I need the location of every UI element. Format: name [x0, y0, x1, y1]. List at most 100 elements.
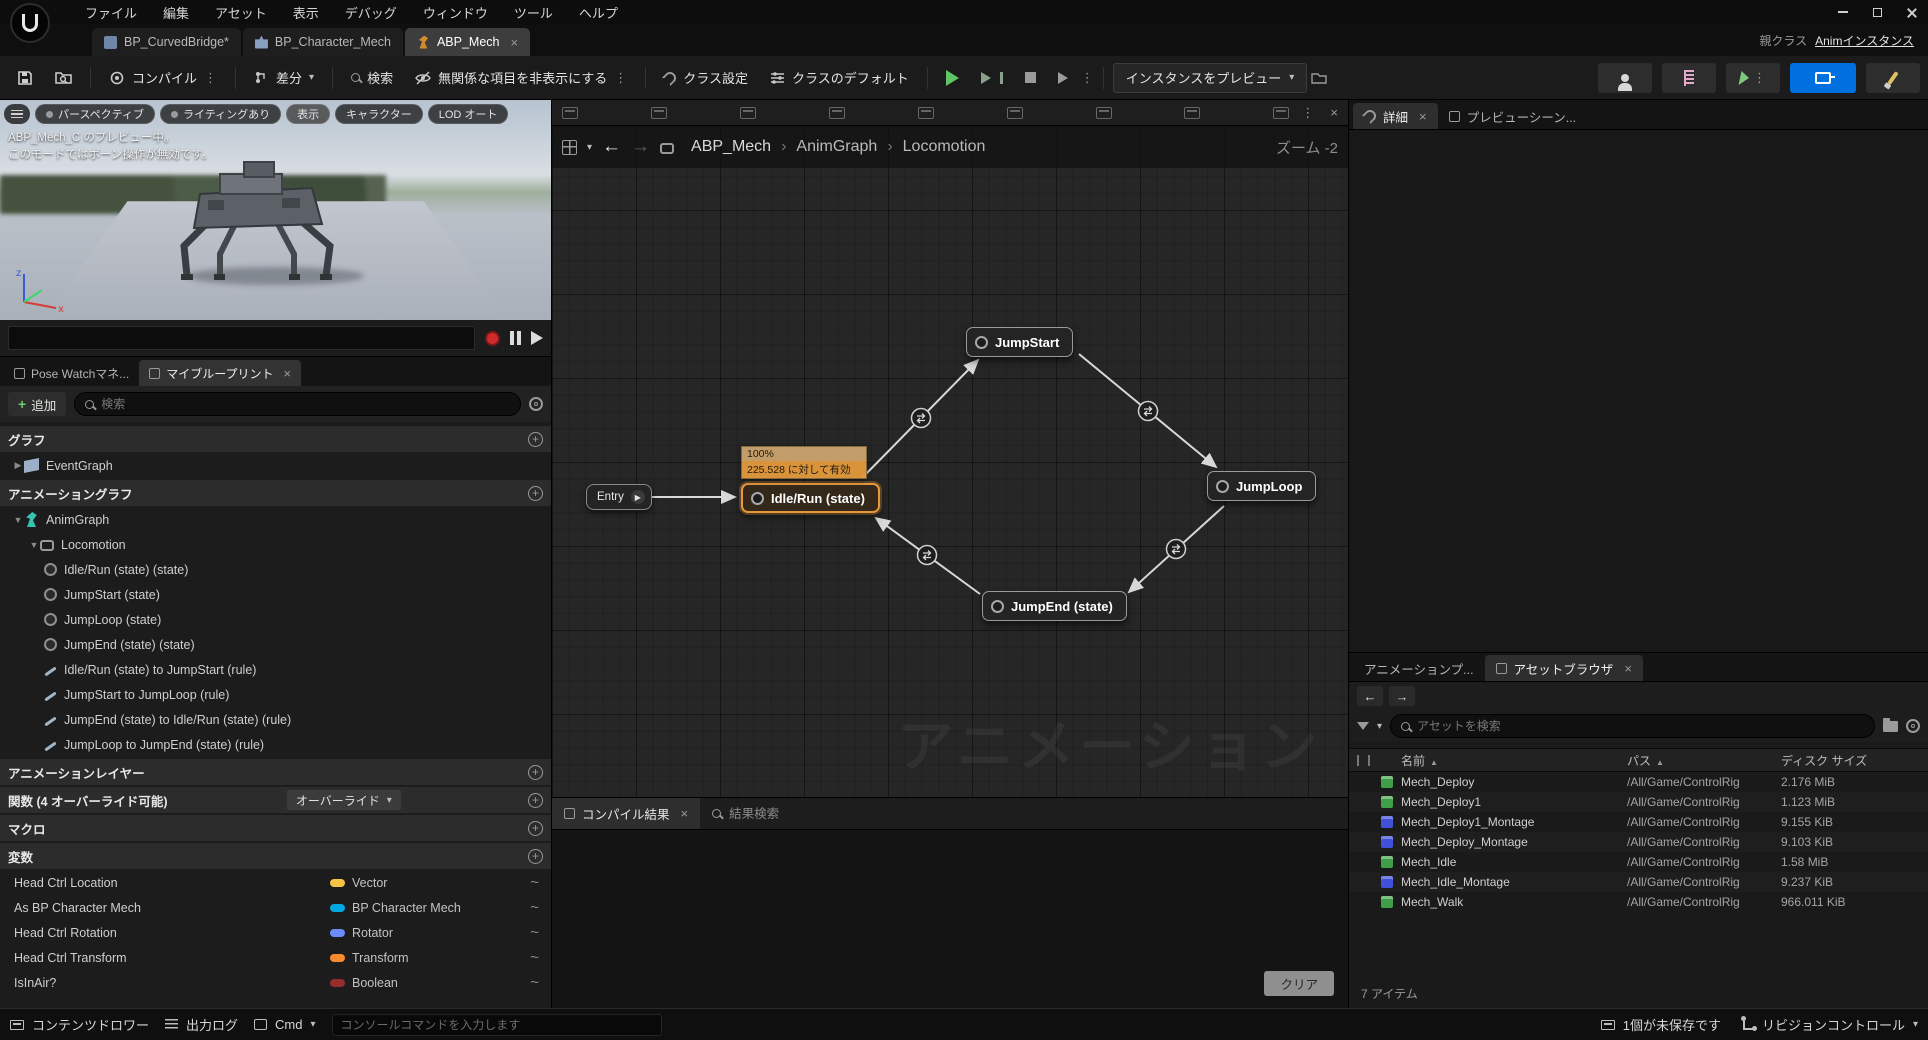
character-pill[interactable]: キャラクター — [335, 104, 423, 124]
graph-tool-icon[interactable] — [917, 106, 934, 119]
tab-close-icon[interactable] — [510, 35, 518, 50]
lit-pill[interactable]: ライティングあり — [160, 104, 282, 124]
transition-rule-node[interactable] — [910, 407, 932, 429]
variable-row-head-ctrl-rotation[interactable]: Head Ctrl Rotation Rotator — [0, 920, 551, 945]
tab-my-blueprint[interactable]: マイブループリント — [139, 360, 302, 386]
tree-item-animgraph[interactable]: AnimGraph — [0, 507, 551, 532]
visibility-toggle-icon[interactable] — [530, 874, 539, 891]
frame-skip-button[interactable] — [972, 63, 1012, 93]
tree-item-rule-jumploop-jumpend[interactable]: JumpLoop to JumpEnd (state) (rule) — [0, 732, 551, 757]
menu-debug[interactable]: デバッグ — [332, 0, 410, 24]
revision-control-button[interactable]: リビジョンコントロール — [1740, 1015, 1918, 1034]
transition-rule-node[interactable] — [1165, 538, 1187, 560]
tree-item-state-jumploop[interactable]: JumpLoop (state) — [0, 607, 551, 632]
close-button[interactable] — [1894, 0, 1928, 24]
cmd-dropdown[interactable]: Cmd — [254, 1017, 315, 1032]
asset-row-mech-deploy[interactable]: Mech_Deploy /All/Game/ControlRig 2.176 M… — [1349, 772, 1928, 792]
record-button[interactable] — [485, 330, 500, 346]
tab-asset-browser[interactable]: アセットブラウザ — [1484, 655, 1643, 681]
expand-caret-icon[interactable] — [12, 460, 24, 471]
compile-options-icon[interactable] — [204, 70, 217, 86]
graph-tool-icon[interactable] — [650, 106, 667, 119]
tree-item-state-jumpstart[interactable]: JumpStart (state) — [0, 582, 551, 607]
column-size[interactable]: ディスク サイズ — [1781, 752, 1920, 769]
minimize-button[interactable] — [1826, 0, 1860, 24]
state-node-idle-run[interactable]: Idle/Run (state) — [741, 483, 880, 513]
asset-row-mech-deploy1[interactable]: Mech_Deploy1 /All/Game/ControlRig 1.123 … — [1349, 792, 1928, 812]
asset-row-mech-idle-montage[interactable]: Mech_Idle_Montage /All/Game/ControlRig 9… — [1349, 872, 1928, 892]
variable-row-head-ctrl-transform[interactable]: Head Ctrl Transform Transform — [0, 945, 551, 970]
tab-preview-scene[interactable]: プレビューシーン... — [1438, 103, 1588, 129]
section-macros[interactable]: マクロ — [0, 815, 551, 841]
chevron-down-icon[interactable] — [587, 142, 592, 153]
visibility-toggle-icon[interactable] — [530, 974, 539, 991]
tab-compile-results[interactable]: コンパイル結果 — [552, 798, 701, 829]
state-node-jumploop[interactable]: JumpLoop — [1207, 471, 1317, 501]
menu-tools[interactable]: ツール — [501, 0, 566, 24]
hide-unrelated-button[interactable]: 無関係な項目を非表示にする — [406, 63, 636, 93]
columns-icon[interactable] — [1357, 754, 1370, 766]
breadcrumb-abp-mech[interactable]: ABP_Mech — [691, 138, 771, 156]
persona-mode-skeleton-button[interactable] — [1662, 62, 1716, 93]
unsaved-assets-button[interactable]: 1個が未保存です — [1600, 1015, 1721, 1034]
diff-button[interactable]: 差分 — [245, 63, 323, 93]
tree-item-locomotion[interactable]: Locomotion — [0, 532, 551, 557]
find-button[interactable]: 検索 — [342, 63, 402, 93]
nav-forward-icon[interactable] — [631, 136, 650, 158]
graph-tool-icon[interactable] — [739, 106, 756, 119]
entry-node[interactable]: Entry — [586, 484, 652, 510]
unreal-logo[interactable] — [10, 3, 50, 43]
tab-abp-mech[interactable]: ABP_Mech — [404, 28, 531, 56]
play-button[interactable] — [937, 63, 968, 93]
compile-button[interactable]: コンパイル — [100, 63, 226, 93]
tab-close-icon[interactable] — [1419, 109, 1427, 124]
console-command-field[interactable] — [331, 1013, 662, 1036]
settings-gear-icon[interactable] — [1904, 717, 1922, 735]
breadcrumb-animgraph[interactable]: AnimGraph — [796, 138, 877, 156]
tree-item-rule-jumpend-idlerun[interactable]: JumpEnd (state) to Idle/Run (state) (rul… — [0, 707, 551, 732]
persona-mode-graph-button[interactable] — [1790, 62, 1856, 93]
override-dropdown[interactable]: オーバーライド — [286, 790, 401, 810]
hide-unrelated-options-icon[interactable] — [614, 70, 627, 86]
tree-item-state-jumpend[interactable]: JumpEnd (state) (state) — [0, 632, 551, 657]
viewport-menu-icon[interactable] — [4, 104, 30, 124]
debug-object-icon[interactable] — [1311, 71, 1327, 85]
paint-mode-button[interactable] — [1866, 62, 1920, 93]
stop-button[interactable] — [1016, 63, 1045, 93]
asset-search[interactable] — [1390, 714, 1875, 738]
menu-asset[interactable]: アセット — [202, 0, 280, 24]
column-name[interactable]: 名前 — [1401, 752, 1627, 769]
parent-class-link[interactable]: Animインスタンス — [1815, 32, 1914, 49]
filter-icon[interactable] — [1357, 722, 1369, 730]
tab-bp-curvedbridge[interactable]: BP_CurvedBridge* — [92, 28, 241, 56]
add-function-button[interactable] — [528, 792, 543, 808]
add-animation-layer-button[interactable] — [528, 764, 543, 780]
graph-canvas[interactable]: ABP_Mech AnimGraph Locomotion ズーム -2 — [552, 126, 1348, 797]
browse-to-asset-button[interactable] — [46, 63, 81, 93]
add-macro-button[interactable] — [528, 820, 543, 836]
graph-settings-icon[interactable] — [562, 139, 577, 155]
graph-tool-icon[interactable] — [1006, 106, 1023, 119]
add-animation-graph-button[interactable] — [528, 485, 543, 501]
maximize-button[interactable] — [1860, 0, 1894, 24]
tab-close-icon[interactable] — [681, 806, 689, 821]
visibility-toggle-icon[interactable] — [530, 899, 539, 916]
section-graphs[interactable]: グラフ — [0, 426, 551, 452]
state-node-jumpstart[interactable]: JumpStart — [966, 327, 1074, 357]
asset-row-mech-deploy1-montage[interactable]: Mech_Deploy1_Montage /All/Game/ControlRi… — [1349, 812, 1928, 832]
tab-close-icon[interactable] — [284, 366, 292, 381]
asset-row-mech-idle[interactable]: Mech_Idle /All/Game/ControlRig 1.58 MiB — [1349, 852, 1928, 872]
save-button[interactable] — [8, 63, 42, 93]
collapse-caret-icon[interactable] — [28, 540, 40, 550]
graph-tool-icon[interactable] — [562, 106, 578, 119]
output-log-button[interactable]: 出力ログ — [165, 1015, 238, 1034]
history-forward-button[interactable] — [1389, 686, 1415, 706]
section-animation-graphs[interactable]: アニメーショングラフ — [0, 480, 551, 506]
persona-mode-mesh-button[interactable] — [1598, 62, 1652, 93]
results-search-input[interactable] — [729, 806, 1336, 821]
asset-row-mech-deploy-montage[interactable]: Mech_Deploy_Montage /All/Game/ControlRig… — [1349, 832, 1928, 852]
add-graph-button[interactable] — [528, 431, 543, 447]
menu-view[interactable]: 表示 — [280, 0, 332, 24]
tree-item-state-idle-run[interactable]: Idle/Run (state) (state) — [0, 557, 551, 582]
menu-help[interactable]: ヘルプ — [566, 0, 631, 24]
